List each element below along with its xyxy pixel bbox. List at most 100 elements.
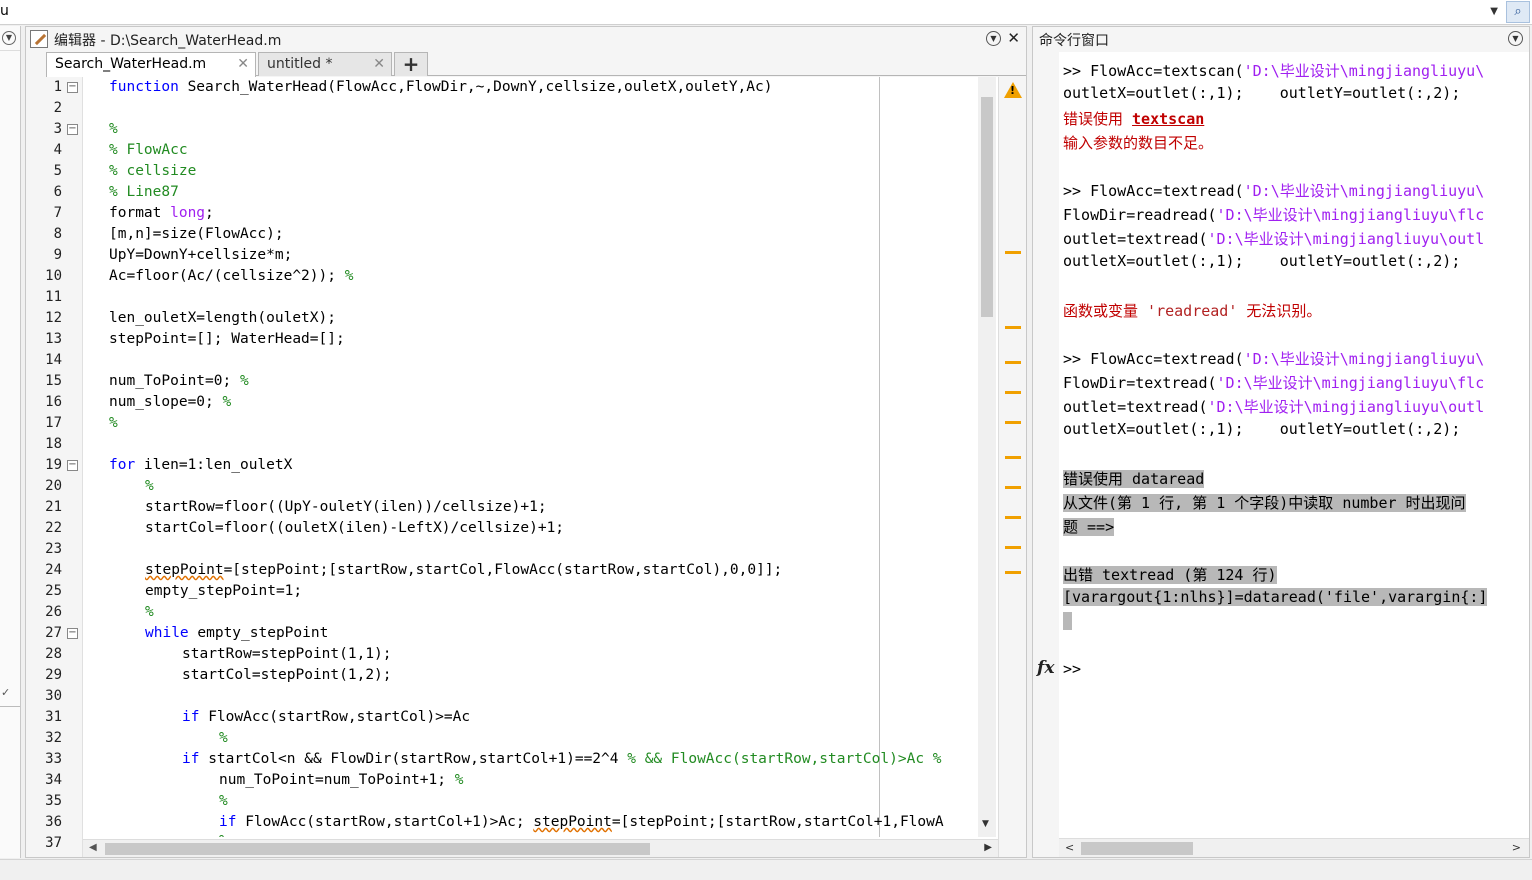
code-line: while empty_stepPoint: [145, 625, 329, 641]
scroll-right-arrow-icon[interactable]: >: [1512, 841, 1521, 854]
fold-toggle[interactable]: −: [67, 460, 78, 471]
command-window-titlebar: 命令行窗口 ▼: [1033, 27, 1529, 51]
warning-marker[interactable]: [1005, 251, 1021, 254]
panel-menu-icon[interactable]: ▼: [986, 31, 1001, 46]
right-margin-line: [879, 77, 880, 837]
selected-output-line: [varargout{1:nlhs}]=dataread('file',vara…: [1063, 588, 1488, 606]
code-line: function Search_WaterHead(FlowAcc,FlowDi…: [109, 79, 773, 95]
tab-search-waterhead[interactable]: Search_WaterHead.m ✕: [46, 52, 256, 77]
line-number: 2: [53, 100, 62, 116]
warning-marker[interactable]: [1005, 326, 1021, 329]
code-area[interactable]: 1 2 3 4 5 6 7 8 9 10 11 12 13 14 15 16 1…: [26, 77, 1026, 857]
line-number: 30: [45, 688, 62, 704]
tab-untitled[interactable]: untitled * ✕: [258, 52, 392, 76]
command-output[interactable]: >> FlowAcc=textscan('D:\毕业设计\mingjiangli…: [1059, 52, 1529, 838]
divider: [0, 50, 20, 51]
error-line: 输入参数的数目不足。: [1063, 134, 1214, 152]
search-icon[interactable]: ⌕: [1506, 1, 1530, 23]
warning-marker[interactable]: [1005, 421, 1021, 424]
fold-toggle[interactable]: −: [67, 124, 78, 135]
line-number: 17: [45, 415, 62, 431]
fx-icon[interactable]: fx: [1037, 658, 1054, 678]
code-line: % FlowAcc: [109, 142, 188, 158]
warning-marker[interactable]: [1005, 571, 1021, 574]
code-analyzer-bar: !: [998, 77, 1026, 857]
warning-marker[interactable]: [1005, 546, 1021, 549]
code-line: Ac=floor(Ac/(cellsize^2)); %: [109, 268, 354, 284]
code-line: %: [145, 478, 154, 494]
line-number: 31: [45, 709, 62, 725]
address-bar[interactable]: u ▼ ⌕: [0, 0, 1532, 25]
scroll-left-arrow-icon[interactable]: <: [1065, 841, 1074, 854]
error-link[interactable]: textscan: [1132, 110, 1204, 128]
warning-marker[interactable]: [1005, 516, 1021, 519]
code-line: % Line87: [109, 184, 179, 200]
close-icon[interactable]: ✕: [1007, 29, 1020, 47]
scroll-down-arrow-icon[interactable]: ▼: [982, 819, 989, 829]
warning-marker[interactable]: [1005, 456, 1021, 459]
warning-icon: !: [1010, 84, 1016, 97]
line-number: 12: [45, 310, 62, 326]
output-line: >> FlowAcc=textread('D:\毕业设计\mingjiangli…: [1063, 182, 1485, 200]
code-lines[interactable]: function Search_WaterHead(FlowAcc,FlowDi…: [109, 77, 979, 837]
editor-vertical-scrollbar[interactable]: ▼: [978, 77, 996, 837]
panel-menu-icon[interactable]: ▼: [1508, 31, 1523, 46]
editor-horizontal-scrollbar[interactable]: ◀ ▶: [83, 839, 998, 857]
address-text: u: [0, 3, 9, 19]
line-number: 28: [45, 646, 62, 662]
code-line: startCol=stepPoint(1,2);: [182, 667, 392, 683]
fold-toggle[interactable]: −: [67, 628, 78, 639]
code-line: len_ouletX=length(ouletX);: [109, 310, 336, 326]
close-tab-icon[interactable]: ✕: [237, 53, 249, 75]
edit-pen-icon: [30, 30, 48, 48]
line-number: 24: [45, 562, 62, 578]
selected-output-line: [1063, 612, 1073, 630]
line-number: 3: [53, 121, 62, 137]
scroll-right-arrow-icon[interactable]: ▶: [984, 842, 992, 853]
output-line: outlet=textread('D:\毕业设计\mingjiangliuyu\…: [1063, 398, 1485, 416]
warning-marker[interactable]: [1005, 361, 1021, 364]
line-number: 21: [45, 499, 62, 515]
selected-output-line: 从文件(第 1 行, 第 1 个字段)中读取 number 时出现问: [1063, 494, 1466, 512]
line-number: 23: [45, 541, 62, 557]
left-panel: ▼ ✓: [0, 26, 21, 858]
line-number: 13: [45, 331, 62, 347]
output-line: outlet=textread('D:\毕业设计\mingjiangliuyu\…: [1063, 230, 1485, 248]
code-line: if startCol<n && FlowDir(startRow,startC…: [182, 751, 942, 767]
line-number: 27: [45, 625, 62, 641]
selected-output-line: 出错 textread (第 124 行): [1063, 566, 1277, 584]
scrollbar-thumb[interactable]: [105, 843, 650, 855]
output-line: >> FlowAcc=textscan('D:\毕业设计\mingjiangli…: [1063, 62, 1485, 80]
line-number: 18: [45, 436, 62, 452]
chevron-down-icon[interactable]: ▼: [1490, 6, 1498, 17]
fold-toggle[interactable]: −: [67, 82, 78, 93]
code-line: if FlowAcc(startRow,startCol+1)>Ac; step…: [219, 814, 944, 830]
line-number: 6: [53, 184, 62, 200]
fx-column: fx: [1033, 52, 1059, 838]
close-tab-icon[interactable]: ✕: [373, 53, 385, 75]
panel-menu-icon[interactable]: ▼: [2, 31, 16, 45]
line-number: 20: [45, 478, 62, 494]
code-line: %: [219, 833, 228, 837]
code-line: startCol=floor((ouletX(ilen)-LeftX)/cell…: [145, 520, 565, 536]
line-number: 4: [53, 142, 62, 158]
code-line: stepPoint=[]; WaterHead=[];: [109, 331, 345, 347]
warning-marker[interactable]: [1005, 486, 1021, 489]
scroll-left-arrow-icon[interactable]: ◀: [89, 842, 97, 853]
code-line: format long;: [109, 205, 214, 221]
command-window-title: 命令行窗口: [1039, 33, 1109, 49]
line-number: 26: [45, 604, 62, 620]
code-line: %: [109, 121, 118, 137]
line-number: 25: [45, 583, 62, 599]
line-number: 37: [45, 835, 62, 851]
code-line: %: [145, 604, 154, 620]
code-line: [m,n]=size(FlowAcc);: [109, 226, 284, 242]
scrollbar-thumb[interactable]: [981, 97, 993, 317]
command-horizontal-scrollbar[interactable]: < >: [1059, 838, 1529, 857]
add-tab-button[interactable]: +: [394, 52, 428, 76]
line-number: 1: [53, 79, 62, 95]
scrollbar-thumb[interactable]: [1081, 842, 1193, 855]
command-prompt[interactable]: >>: [1063, 660, 1081, 678]
editor-panel: 编辑器 - D:\Search_WaterHead.m ▼ ✕ Search_W…: [25, 26, 1027, 858]
warning-marker[interactable]: [1005, 391, 1021, 394]
